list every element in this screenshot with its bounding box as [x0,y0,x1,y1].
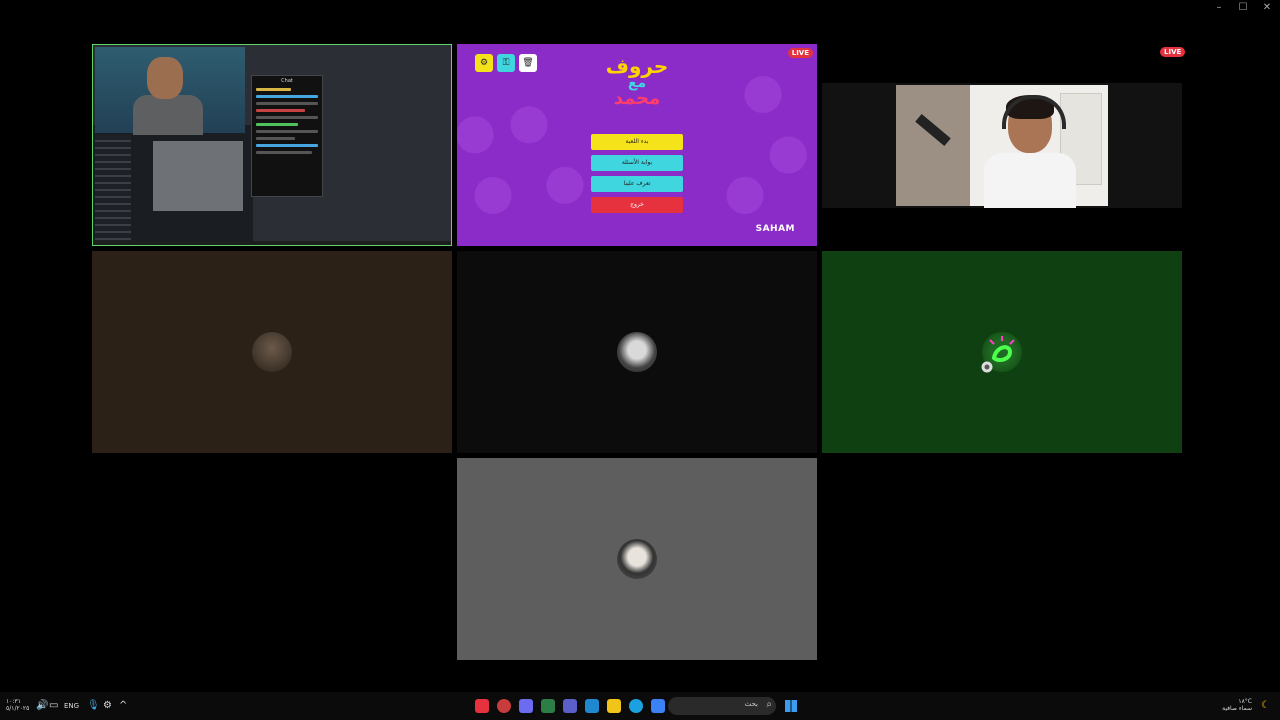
chat-line [256,137,295,140]
streamer-head [147,57,183,99]
key-icon[interactable]: ⚿ [497,54,515,72]
game-logo: حروف مع محمد [595,56,679,108]
about-us-button[interactable]: تعرف علينا [591,176,683,192]
chat-line [256,116,318,119]
chat-line [256,144,318,147]
desktop-icons [95,135,131,243]
edge-icon[interactable] [629,699,643,713]
copilot-icon[interactable] [651,699,665,713]
webcam-video [896,85,1108,208]
logo-line1: حروف [605,54,669,78]
participant-tile-avatar[interactable] [457,458,817,660]
chat-line [256,109,305,112]
windows-taskbar: ١٠:٣١ ٥/١/٢٠٢٥ 🔊 ▭ ENG 🎙 ⚙ ^ بحث ⌕ ١٨°C … [0,692,1280,720]
chat-line [256,102,318,105]
tray-app-icon[interactable]: ⚙ [103,699,112,713]
building-image [153,141,243,211]
weather-temp: ١٨°C [1238,698,1252,705]
volume-icon[interactable]: 🔊 [36,699,48,713]
participant-avatar [617,539,657,579]
brave-browser-icon[interactable] [475,699,489,713]
outlook-icon[interactable] [585,699,599,713]
saham-brand: SAHAM [755,224,795,234]
weather-widget[interactable]: ١٨°C سماء صافية [1222,698,1252,712]
clock-time: ١٠:٣١ [6,698,21,705]
chat-line [256,130,318,133]
discord-badge-icon [981,361,993,373]
window-controls: – ☐ ✕ [1212,2,1274,13]
chat-line [256,95,318,98]
live-badge: LIVE [787,48,813,58]
maximize-button[interactable]: ☐ [1236,2,1250,13]
exit-button[interactable]: خروج [591,197,683,213]
teams-icon[interactable] [563,699,577,713]
person-shirt [984,153,1076,208]
start-game-button[interactable]: بدء اللعبة [591,134,683,150]
discord-icon[interactable] [519,699,533,713]
chat-window: Chat [251,75,323,197]
logo-line3: محمد [613,88,661,109]
participant-tile-avatar[interactable] [92,251,452,453]
moon-icon: ☾ [1261,700,1270,711]
streamer-webcam [95,47,245,135]
clock[interactable]: ١٠:٣١ ٥/١/٢٠٢٥ [6,698,29,712]
close-button[interactable]: ✕ [1260,2,1274,13]
clock-date: ٥/١/٢٠٢٥ [6,705,30,712]
chat-line [256,88,291,91]
settings-icon[interactable]: ⚙ [475,54,493,72]
file-explorer-icon[interactable] [607,699,621,713]
weather-desc: سماء صافية [1222,705,1252,712]
streamer-body [133,95,203,135]
participant-avatar [617,332,657,372]
microphone-arm [915,113,951,147]
chat-title: Chat [281,78,293,84]
excel-icon[interactable] [541,699,555,713]
minimize-button[interactable]: – [1212,2,1226,13]
search-placeholder: بحث [744,700,758,708]
network-icon[interactable]: ▭ [49,699,58,713]
chat-line [256,151,312,154]
participant-tile-avatar[interactable] [457,251,817,453]
participant-tile-avatar[interactable] [822,251,1182,453]
questions-portal-button[interactable]: بوابة الأسئلة [591,155,683,171]
language-indicator[interactable]: ENG [64,699,79,713]
participant-tile-game[interactable]: ⚙ ⚿ 🗑 LIVE حروف مع محمد بدء اللعبة بوابة… [457,44,817,246]
participant-avatar [252,332,292,372]
chat-line [256,123,298,126]
game-toolbar: ⚙ ⚿ 🗑 [475,54,537,72]
chevron-up-icon[interactable]: ^ [119,699,127,713]
mic-icon[interactable]: 🎙 [87,699,100,713]
trash-icon[interactable]: 🗑 [519,54,537,72]
live-badge: LIVE [1160,47,1186,57]
shared-taskbar [93,241,451,245]
windows-start-icon[interactable] [785,700,797,712]
participant-tile-screen-share[interactable]: Chat [92,44,452,246]
participant-tile-webcam[interactable] [822,83,1182,208]
search-icon: ⌕ [766,699,772,710]
taskbar-search[interactable]: بحث ⌕ [668,697,776,715]
obs-icon[interactable] [497,699,511,713]
